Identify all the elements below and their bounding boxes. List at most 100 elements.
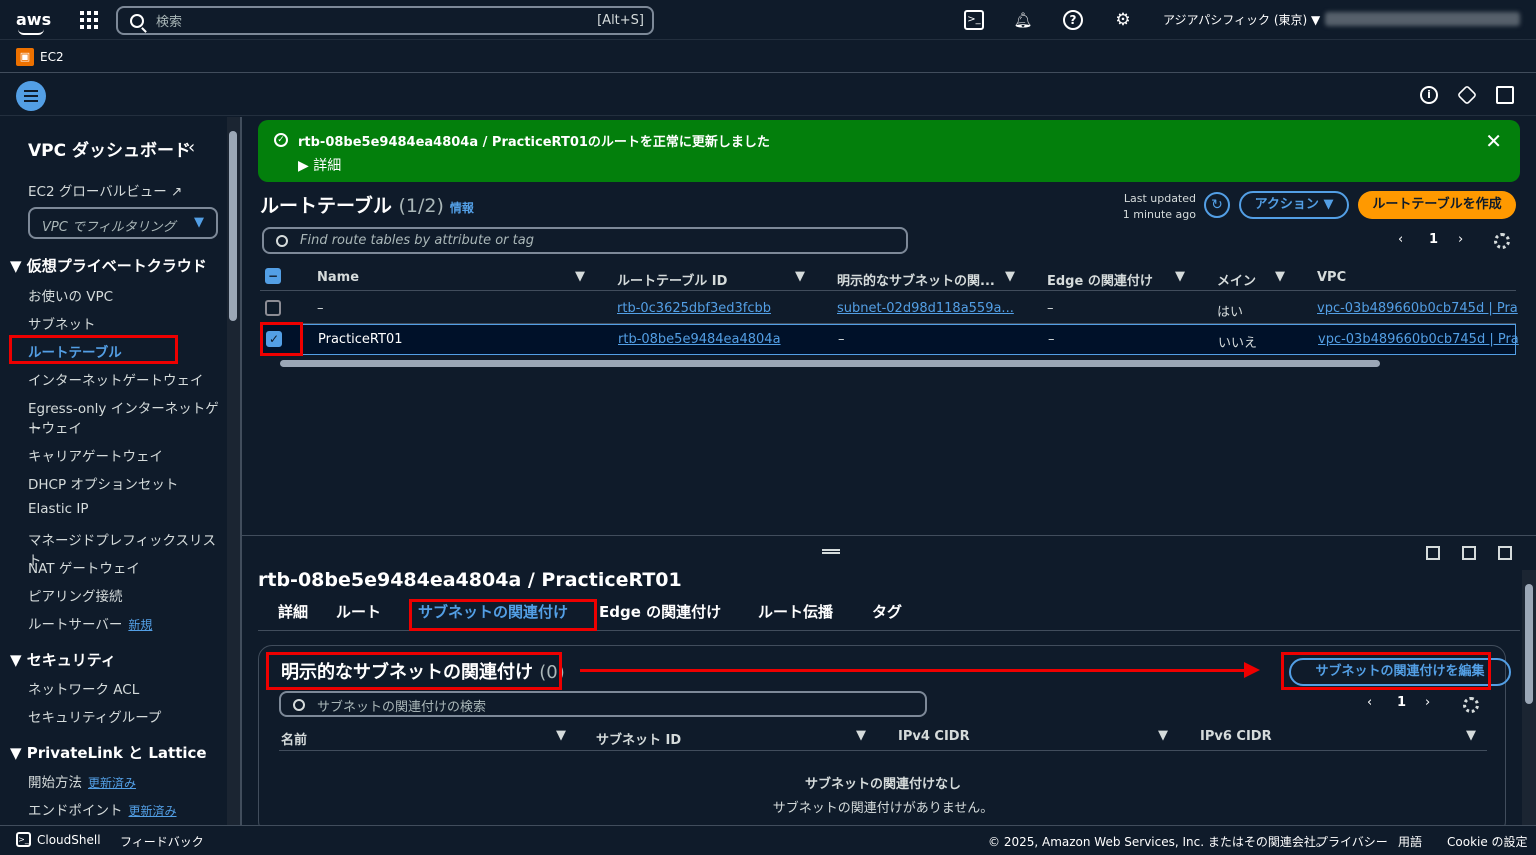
cloudshell-icon[interactable]: >_: [16, 832, 31, 847]
col-name[interactable]: Name: [317, 270, 359, 285]
refresh-button[interactable]: ↻: [1204, 192, 1230, 218]
sidebar-item-route-server[interactable]: ルートサーバー 新規: [28, 613, 152, 633]
tab-routes[interactable]: ルート: [336, 601, 381, 622]
cell-subnet-link[interactable]: subnet-02d98d118a559a...: [837, 301, 1014, 316]
preferences-gear-icon[interactable]: [1463, 697, 1479, 713]
tab-edge-associations[interactable]: Edge の関連付け: [599, 601, 721, 622]
collapse-icon[interactable]: ‹: [188, 137, 195, 158]
table-row-selected[interactable]: ✓ PracticeRT01 rtb-08be5e9484ea4804a – –…: [260, 324, 1519, 355]
aws-logo[interactable]: aws: [16, 11, 51, 35]
section-vpc[interactable]: ▼ 仮想プライベートクラウド: [10, 255, 207, 276]
footer-cookie[interactable]: Cookie の設定: [1447, 833, 1528, 850]
table-horizontal-scrollbar[interactable]: [264, 358, 1516, 368]
section-security[interactable]: ▼ セキュリティ: [10, 649, 116, 670]
close-icon[interactable]: ✕: [1485, 129, 1502, 153]
subnet-association-search[interactable]: サブネットの関連付けの検索: [279, 691, 927, 717]
resize-handle[interactable]: [822, 549, 840, 554]
account-menu[interactable]: [1325, 12, 1520, 26]
last-updated: Last updated 1 minute ago: [1122, 192, 1196, 221]
tab-route-propagation[interactable]: ルート伝播: [758, 601, 833, 622]
next-page-icon[interactable]: ›: [1425, 695, 1430, 710]
col-ipv4[interactable]: IPv4 CIDR: [898, 729, 970, 744]
cell-id-link[interactable]: rtb-08be5e9484ea4804a: [618, 332, 781, 347]
highlight-tab: [409, 599, 597, 631]
sidebar-item-global[interactable]: EC2 グローバルビュー ↗: [28, 180, 182, 200]
col-id[interactable]: ルートテーブル ID: [617, 270, 727, 289]
sidebar-item-sg[interactable]: セキュリティグループ: [28, 706, 161, 726]
prev-page-icon[interactable]: ‹: [1367, 695, 1372, 710]
tab-tags[interactable]: タグ: [872, 601, 902, 622]
col-subnet[interactable]: 明示的なサブネットの関...: [837, 270, 995, 289]
panel-side-icon[interactable]: [1462, 546, 1476, 560]
col-subnet-id[interactable]: サブネット ID: [596, 729, 681, 748]
sidebar-item-carrier-gw[interactable]: キャリアゲートウェイ: [28, 445, 163, 465]
sidebar-item-eip[interactable]: Elastic IP: [28, 501, 88, 517]
select-all-checkbox[interactable]: −: [265, 268, 281, 284]
tab-details[interactable]: 詳細: [278, 601, 308, 622]
footer-cloudshell[interactable]: CloudShell: [37, 833, 101, 847]
global-search-input[interactable]: 検索 [Alt+S]: [116, 6, 654, 35]
col-edge[interactable]: Edge の関連付け: [1047, 270, 1153, 289]
sidebar-item-nacl[interactable]: ネットワーク ACL: [28, 678, 139, 698]
hexagon-icon[interactable]: [1456, 84, 1478, 106]
highlight-edit-button: [1281, 652, 1491, 690]
feedback-icon[interactable]: [1496, 86, 1514, 104]
sidebar: VPC ダッシュボード ‹ EC2 グローバルビュー ↗ VPC でフィルタリン…: [0, 117, 226, 825]
sidebar-item-peering[interactable]: ピアリング接続: [28, 585, 123, 605]
footer-copyright: © 2025, Amazon Web Services, Inc. またはその関…: [988, 835, 1328, 849]
cell-vpc-link[interactable]: vpc-03b489660b0cb745d | Pra: [1318, 332, 1519, 347]
sidebar-title[interactable]: VPC ダッシュボード: [28, 136, 191, 161]
gear-icon[interactable]: ⚙: [1113, 10, 1133, 30]
footer-feedback[interactable]: フィードバック: [120, 833, 204, 850]
col-ipv6[interactable]: IPv6 CIDR: [1200, 729, 1272, 744]
panel-full-icon[interactable]: [1498, 546, 1512, 560]
create-route-table-button[interactable]: ルートテーブルを作成: [1358, 191, 1516, 219]
cell-edge: –: [1048, 332, 1055, 347]
footer-privacy[interactable]: プライバシー: [1316, 833, 1388, 850]
menu-icon[interactable]: [16, 81, 46, 111]
sidebar-item-nat[interactable]: NAT ゲートウェイ: [28, 557, 140, 577]
sidebar-item-dhcp[interactable]: DHCP オプションセット: [28, 473, 178, 493]
page-number[interactable]: 1: [1397, 695, 1406, 710]
page-number[interactable]: 1: [1429, 232, 1438, 247]
info-link[interactable]: 情報: [450, 201, 474, 215]
preferences-gear-icon[interactable]: [1494, 233, 1510, 249]
detail-scrollbar[interactable]: [1522, 570, 1536, 825]
sidebar-scrollbar[interactable]: [227, 117, 240, 825]
cell-name: –: [317, 301, 324, 316]
highlight-checkbox: [260, 322, 303, 356]
split-divider: [242, 535, 1536, 536]
info-icon[interactable]: i: [1420, 86, 1438, 104]
table-row[interactable]: – rtb-0c3625dbf3ed3fcbb subnet-02d98d118…: [260, 293, 1518, 324]
sidebar-item-vpcs[interactable]: お使いの VPC: [28, 285, 113, 305]
sidebar-item-endpoints[interactable]: エンドポイント 更新済み: [28, 799, 177, 819]
sidebar-item-igw[interactable]: インターネットゲートウェイ: [28, 369, 204, 389]
sort-icon: ▼: [556, 728, 566, 743]
bell-icon[interactable]: 🔔︎: [1013, 10, 1033, 30]
section-privatelink[interactable]: ▼ PrivateLink と Lattice: [10, 742, 207, 763]
next-page-icon[interactable]: ›: [1458, 232, 1463, 247]
sidebar-item-egress-igw-2[interactable]: トウェイ: [28, 417, 82, 437]
panel-bottom-icon[interactable]: [1426, 546, 1440, 560]
region-selector[interactable]: アジアパシフィック (東京) ▼: [1163, 11, 1320, 28]
col-main[interactable]: メイン: [1217, 270, 1256, 289]
sidebar-item-subnets[interactable]: サブネット: [28, 313, 96, 333]
col-vpc[interactable]: VPC: [1317, 270, 1346, 285]
actions-button[interactable]: アクション ▼: [1239, 191, 1349, 219]
filter-input[interactable]: Find route tables by attribute or tag: [262, 227, 908, 254]
cell-id-link[interactable]: rtb-0c3625dbf3ed3fcbb: [617, 301, 771, 316]
cell-vpc-link[interactable]: vpc-03b489660b0cb745d | Pra: [1317, 301, 1518, 316]
help-icon[interactable]: ?: [1063, 10, 1083, 30]
search-icon: [276, 235, 288, 247]
vpc-filter-select[interactable]: VPC でフィルタリング ▼: [28, 207, 218, 239]
row-checkbox[interactable]: [265, 300, 281, 316]
flash-details-toggle[interactable]: ▶ 詳細: [298, 155, 341, 175]
service-name[interactable]: EC2: [40, 50, 64, 64]
footer-terms[interactable]: 用語: [1398, 833, 1422, 850]
services-grid-icon[interactable]: [80, 10, 98, 29]
col-name[interactable]: 名前: [281, 729, 307, 748]
sidebar-item-getting-started[interactable]: 開始方法 更新済み: [28, 771, 136, 791]
cloudshell-icon[interactable]: >_: [964, 10, 984, 30]
prev-page-icon[interactable]: ‹: [1398, 232, 1403, 247]
footer: >_ CloudShell フィードバック © 2025, Amazon Web…: [0, 825, 1536, 855]
